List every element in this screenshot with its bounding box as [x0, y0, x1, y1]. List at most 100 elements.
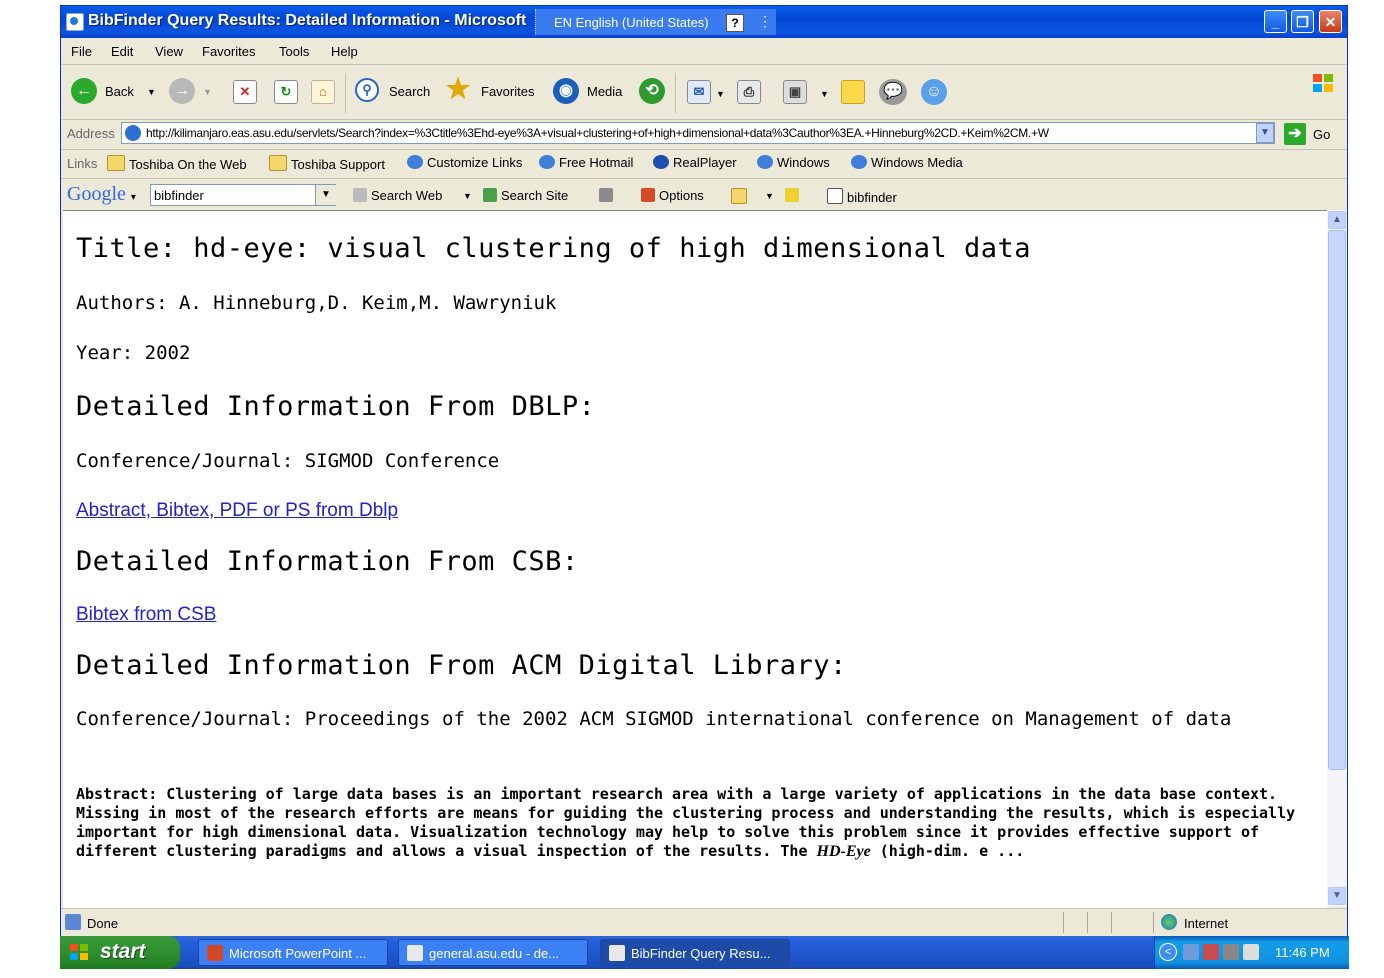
security-alert-icon[interactable]	[1203, 944, 1219, 960]
ie-page-icon	[539, 155, 555, 169]
status-text: Done	[87, 916, 119, 931]
link-toshiba-support[interactable]: Toshiba Support	[269, 155, 385, 172]
highlight-term-button[interactable]: bibfinder	[827, 188, 897, 205]
google-history-dropdown-icon[interactable]: ▼	[315, 185, 336, 205]
browser-window: BibFinder Query Results: Detailed Inform…	[60, 5, 1348, 936]
print-icon[interactable]: ⎙	[737, 80, 761, 104]
up-folder-icon[interactable]	[731, 188, 751, 205]
close-button[interactable]: ✕	[1319, 10, 1342, 33]
search-web-dropdown-icon[interactable]: ▼	[463, 191, 472, 201]
home-icon[interactable]: ⌂	[311, 80, 335, 104]
vertical-scrollbar[interactable]: ▲ ▼	[1327, 210, 1347, 907]
internet-explorer-icon	[66, 13, 84, 31]
language-indicator[interactable]: EN English (United States)	[554, 15, 709, 30]
address-input[interactable]: http://kilimanjaro.eas.asu.edu/servlets/…	[121, 122, 1275, 144]
options-button[interactable]: Options	[641, 188, 704, 203]
scroll-up-icon[interactable]: ▲	[1328, 211, 1346, 229]
forward-arrow-icon: →	[169, 78, 195, 104]
google-toolbar: Google ▾ bibfinder ▼ Search Web ▼ Search…	[61, 179, 1347, 209]
show-hidden-icons-icon[interactable]: <	[1159, 943, 1177, 961]
csb-link[interactable]: Bibtex from CSB	[76, 604, 216, 626]
link-windows[interactable]: Windows	[757, 155, 830, 170]
language-bar[interactable]: EN English (United States) ? ⋮	[535, 9, 776, 35]
pagerank-icon[interactable]	[599, 188, 617, 203]
link-windows-media[interactable]: Windows Media	[851, 155, 963, 170]
volume-icon[interactable]	[1223, 944, 1239, 960]
paper-authors: Authors: A. Hinneburg,D. Keim,M. Wawryni…	[76, 292, 557, 314]
paper-title: Title: hd-eye: visual clustering of high…	[76, 233, 1032, 264]
task-general-asu[interactable]: general.asu.edu - de...	[398, 939, 588, 966]
forward-button[interactable]: → ▼	[169, 78, 219, 106]
ie-page-icon	[407, 155, 423, 169]
realplayer-icon	[653, 155, 669, 169]
ie-window-icon	[609, 945, 625, 961]
links-label: Links	[67, 156, 98, 171]
back-label: Back	[105, 84, 134, 99]
link-toshiba-web[interactable]: Toshiba On the Web	[107, 155, 247, 172]
link-free-hotmail[interactable]: Free Hotmail	[539, 155, 633, 170]
start-button[interactable]: start	[60, 936, 180, 969]
restore-button[interactable]: ❐	[1291, 10, 1314, 33]
scroll-down-icon[interactable]: ▼	[1328, 887, 1346, 905]
links-bar: Links Toshiba On the Web Toshiba Support…	[61, 150, 1347, 179]
minimize-button[interactable]: _	[1264, 10, 1287, 33]
favorites-button[interactable]: ★ Favorites	[445, 75, 541, 106]
messenger-icon[interactable]: 💬	[879, 79, 907, 105]
address-label: Address	[67, 126, 115, 141]
menu-view[interactable]: View	[155, 44, 183, 59]
window-title: BibFinder Query Results: Detailed Inform…	[88, 12, 527, 29]
contacts-icon[interactable]: ☺	[921, 79, 947, 105]
menu-tools[interactable]: Tools	[279, 44, 309, 59]
mail-icon[interactable]: ✉	[687, 80, 711, 104]
history-icon[interactable]: ⟲	[639, 78, 665, 104]
search-button[interactable]: ⚲ Search	[355, 78, 435, 106]
google-search-input[interactable]: bibfinder	[150, 184, 336, 206]
google-menu-dropdown-icon: ▾	[130, 192, 136, 203]
edit-icon[interactable]: ▣	[783, 80, 807, 104]
menu-edit[interactable]: Edit	[111, 44, 133, 59]
language-bar-options-icon[interactable]: ⋮	[758, 13, 772, 30]
media-button[interactable]: ◉ Media	[553, 78, 625, 106]
scroll-thumb[interactable]	[1328, 230, 1346, 770]
up-folder-dropdown-icon[interactable]: ▼	[765, 191, 774, 201]
status-bar: Done Internet	[61, 908, 1347, 936]
dblp-link[interactable]: Abstract, Bibtex, PDF or PS from Dblp	[76, 500, 398, 522]
go-arrow-icon[interactable]: ➔	[1284, 123, 1306, 145]
menu-help[interactable]: Help	[331, 44, 358, 59]
forward-dropdown-icon[interactable]: ▼	[203, 87, 212, 97]
address-bar: Address http://kilimanjaro.eas.asu.edu/s…	[61, 119, 1347, 150]
taskbar: start Microsoft PowerPoint ... general.a…	[60, 936, 1349, 969]
title-bar[interactable]: BibFinder Query Results: Detailed Inform…	[61, 6, 1347, 38]
media-label: Media	[587, 84, 623, 99]
task-bibfinder[interactable]: BibFinder Query Resu...	[600, 939, 790, 966]
menu-file[interactable]: File	[71, 44, 92, 59]
discuss-icon[interactable]	[841, 80, 865, 104]
dblp-heading: Detailed Information From DBLP:	[76, 391, 596, 422]
back-button[interactable]: ← Back ▼	[71, 78, 161, 106]
address-url[interactable]: http://kilimanjaro.eas.asu.edu/servlets/…	[146, 126, 1049, 140]
display-icon[interactable]	[1243, 944, 1259, 960]
link-customize[interactable]: Customize Links	[407, 155, 522, 170]
word-find-icon	[827, 188, 843, 204]
address-dropdown-icon[interactable]: ▼	[1256, 123, 1274, 143]
edit-dropdown-icon[interactable]: ▼	[820, 89, 829, 99]
menu-favorites[interactable]: Favorites	[202, 44, 255, 59]
search-site-button[interactable]: Search Site	[483, 188, 568, 203]
task-powerpoint[interactable]: Microsoft PowerPoint ...	[198, 939, 388, 966]
stop-icon[interactable]: ✕	[233, 80, 257, 104]
folder-icon	[269, 155, 287, 171]
mail-dropdown-icon[interactable]: ▼	[716, 89, 725, 99]
paper-year: Year: 2002	[76, 342, 191, 364]
refresh-icon[interactable]: ↻	[274, 80, 298, 104]
link-realplayer[interactable]: RealPlayer	[653, 155, 737, 170]
search-site-icon	[483, 188, 497, 202]
ie-page-icon	[757, 155, 773, 169]
back-dropdown-icon[interactable]: ▼	[147, 87, 156, 97]
network-icon[interactable]	[1183, 944, 1199, 960]
page-content: Title: hd-eye: visual clustering of high…	[63, 210, 1327, 908]
help-icon[interactable]: ?	[726, 14, 744, 32]
go-button[interactable]: Go	[1313, 127, 1330, 142]
search-web-button[interactable]: Search Web	[353, 188, 442, 203]
highlight-icon[interactable]	[785, 188, 803, 203]
google-logo[interactable]: Google ▾	[67, 183, 136, 206]
